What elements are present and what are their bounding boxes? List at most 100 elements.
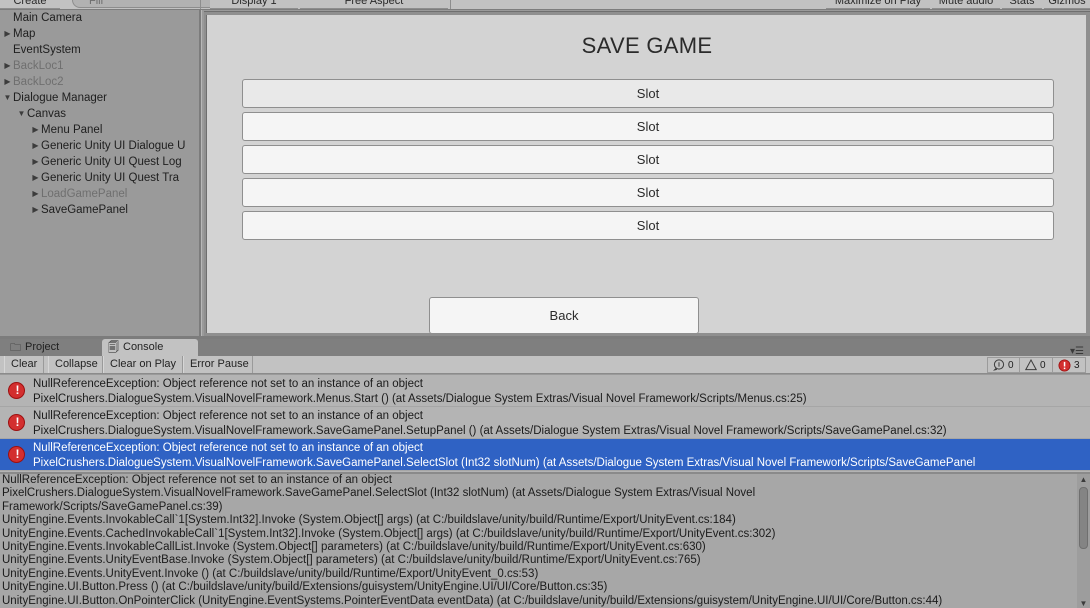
info-icon xyxy=(993,359,1005,371)
console-message-title: NullReferenceException: Object reference… xyxy=(33,410,423,422)
stack-trace-line: UnityEngine.Events.InvokableCallList.Inv… xyxy=(2,540,706,553)
spacer-icon: ▶ xyxy=(2,10,13,26)
hierarchy-item-label: BackLoc2 xyxy=(13,76,64,88)
warning-counter[interactable]: 0 xyxy=(1020,357,1053,373)
error-count: 3 xyxy=(1074,359,1080,371)
hierarchy-item[interactable]: ▶ Generic Unity UI Quest Tra xyxy=(0,170,200,186)
stack-trace-line: PixelCrushers.DialogueSystem.VisualNovel… xyxy=(2,487,756,500)
save-slot-button[interactable]: Slot xyxy=(242,211,1054,240)
create-button[interactable]: Create xyxy=(0,0,60,9)
console-message-row[interactable]: NullReferenceException: Object reference… xyxy=(0,407,1090,439)
warning-icon xyxy=(1025,359,1037,371)
stack-trace-line: UnityEngine.Events.UnityEventBase.Invoke… xyxy=(2,554,701,567)
error-icon xyxy=(1058,359,1071,371)
warning-count: 0 xyxy=(1040,359,1046,371)
stack-trace-line: UnityEngine.Events.InvokableCall`1[Syste… xyxy=(2,514,736,527)
gizmos-dropdown[interactable]: Gizmos xyxy=(1044,0,1090,9)
chevron-right-icon[interactable]: ▶ xyxy=(30,138,41,154)
save-slot-button[interactable]: Slot xyxy=(242,178,1054,207)
console-toolbar: Clear Collapse Clear on Play Error Pause… xyxy=(0,346,1090,374)
chevron-right-icon[interactable]: ▶ xyxy=(30,122,41,138)
hierarchy-item-label: SaveGamePanel xyxy=(41,204,128,216)
console-message-row[interactable]: NullReferenceException: Object reference… xyxy=(0,439,1090,471)
hierarchy-item[interactable]: ▶EventSystem xyxy=(0,42,200,58)
hierarchy-item[interactable]: ▶ LoadGamePanel xyxy=(0,186,200,202)
chevron-right-icon[interactable]: ▶ xyxy=(30,154,41,170)
save-slot-button[interactable]: Slot xyxy=(242,112,1054,141)
console-icon: 🗐 xyxy=(108,342,119,354)
hierarchy-gameview-splitter-highlight xyxy=(201,10,202,336)
hierarchy-item-label: Generic Unity UI Quest Log xyxy=(41,156,182,168)
collapse-button[interactable]: Collapse xyxy=(48,356,103,373)
tab-project[interactable]: 🗀 Project xyxy=(4,339,69,356)
hierarchy-item-label: Main Camera xyxy=(13,12,83,24)
console-message-list[interactable]: NullReferenceException: Object reference… xyxy=(0,375,1090,472)
stack-trace-line: NullReferenceException: Object reference… xyxy=(2,474,392,486)
hierarchy-item[interactable]: ▼ Dialogue Manager xyxy=(0,90,200,106)
folder-icon: 🗀 xyxy=(10,342,21,354)
stack-trace-line: UnityEngine.Events.UnityEvent.Invoke () … xyxy=(2,567,539,580)
stack-trace-line: UnityEngine.Events.CachedInvokableCall`1… xyxy=(2,527,776,540)
stack-trace-line: Framework/Scripts/SaveGamePanel.cs:39) xyxy=(2,500,223,513)
game-view-panel: SAVE GAME Slot Slot Slot Slot Slot Back xyxy=(204,11,1090,337)
info-counter[interactable]: 0 xyxy=(987,357,1020,373)
console-message-row[interactable]: NullReferenceException: Object reference… xyxy=(0,375,1090,407)
console-counters: 0 0 3 xyxy=(987,357,1086,373)
hierarchy-item[interactable]: ▼ Canvas xyxy=(0,106,200,122)
stack-trace-line: UnityEngine.UI.Button.Press () (at C:/bu… xyxy=(2,581,608,594)
clear-button[interactable]: Clear xyxy=(4,356,44,373)
chevron-down-icon[interactable]: ▼ xyxy=(2,90,13,106)
scroll-down-icon[interactable]: ▼ xyxy=(1077,598,1090,608)
back-button[interactable]: Back xyxy=(429,297,699,334)
stack-trace-line: UnityEngine.UI.Button.OnPointerClick (Un… xyxy=(2,594,943,607)
scroll-up-icon[interactable]: ▲ xyxy=(1077,474,1090,486)
chevron-right-icon[interactable]: ▶ xyxy=(30,202,41,218)
hierarchy-item-label: Generic Unity UI Dialogue U xyxy=(41,140,186,152)
mute-audio-toggle[interactable]: Mute audio xyxy=(932,0,1000,9)
tab-project-label: Project xyxy=(25,341,60,353)
console-message-title: NullReferenceException: Object reference… xyxy=(33,442,423,454)
hierarchy-item[interactable]: ▶ SaveGamePanel xyxy=(0,202,200,218)
chevron-right-icon[interactable]: ▶ xyxy=(30,170,41,186)
console-tab-bar: 🗀 Project 🗐 Console xyxy=(0,339,1090,356)
info-count: 0 xyxy=(1008,359,1014,371)
error-pause-button[interactable]: Error Pause xyxy=(183,356,253,373)
hierarchy-item-label: Canvas xyxy=(27,108,66,120)
stack-trace: NullReferenceException: Object reference… xyxy=(0,474,1090,608)
save-slot-list: Slot Slot Slot Slot Slot xyxy=(242,79,1054,244)
scrollbar-thumb[interactable] xyxy=(1079,487,1088,549)
hierarchy-item[interactable]: ▶ BackLoc1 xyxy=(0,58,200,74)
chevron-down-icon[interactable]: ▼ xyxy=(16,106,27,122)
chevron-right-icon[interactable]: ▶ xyxy=(30,186,41,202)
stats-toggle[interactable]: Stats xyxy=(1002,0,1042,9)
hierarchy-item-label: Dialogue Manager xyxy=(13,92,107,104)
hierarchy-panel[interactable]: ▶Main Camera▶Map▶EventSystem▶BackLoc1▶Ba… xyxy=(0,10,200,336)
clear-on-play-button[interactable]: Clear on Play xyxy=(103,356,183,373)
chevron-right-icon[interactable]: ▶ xyxy=(2,58,13,74)
console-message-location: PixelCrushers.DialogueSystem.VisualNovel… xyxy=(33,393,807,405)
console-detail-pane[interactable]: NullReferenceException: Object reference… xyxy=(0,472,1090,608)
error-icon xyxy=(8,414,26,431)
hierarchy-item[interactable]: ▶ BackLoc2 xyxy=(0,74,200,90)
hierarchy-item-label: BackLoc1 xyxy=(13,60,64,72)
detail-scrollbar[interactable]: ▲ ▼ xyxy=(1077,474,1090,608)
hierarchy-item[interactable]: ▶ Generic Unity UI Quest Log xyxy=(0,154,200,170)
aspect-dropdown[interactable]: Free Aspect xyxy=(300,0,448,9)
tab-console[interactable]: 🗐 Console xyxy=(102,339,198,356)
chevron-right-icon[interactable]: ▶ xyxy=(2,26,13,42)
hierarchy-item-label: Generic Unity UI Quest Tra xyxy=(41,172,180,184)
save-slot-button[interactable]: Slot xyxy=(242,145,1054,174)
maximize-on-play-toggle[interactable]: Maximize on Play xyxy=(826,0,930,9)
hierarchy-item[interactable]: ▶ Map xyxy=(0,26,200,42)
console-options-icon[interactable]: ▾☰ xyxy=(1070,346,1084,357)
hierarchy-item[interactable]: ▶ Menu Panel xyxy=(0,122,200,138)
hierarchy-item-label: LoadGamePanel xyxy=(41,188,128,200)
save-slot-button[interactable]: Slot xyxy=(242,79,1054,108)
error-counter[interactable]: 3 xyxy=(1053,357,1086,373)
chevron-right-icon[interactable]: ▶ xyxy=(2,74,13,90)
hierarchy-item-label: EventSystem xyxy=(13,44,81,56)
hierarchy-item[interactable]: ▶ Generic Unity UI Dialogue U xyxy=(0,138,200,154)
unity-editor-window: Create Fill Display 1 Free Aspect Maximi… xyxy=(0,0,1090,608)
display-dropdown[interactable]: Display 1 xyxy=(210,0,298,9)
hierarchy-item[interactable]: ▶Main Camera xyxy=(0,10,200,26)
